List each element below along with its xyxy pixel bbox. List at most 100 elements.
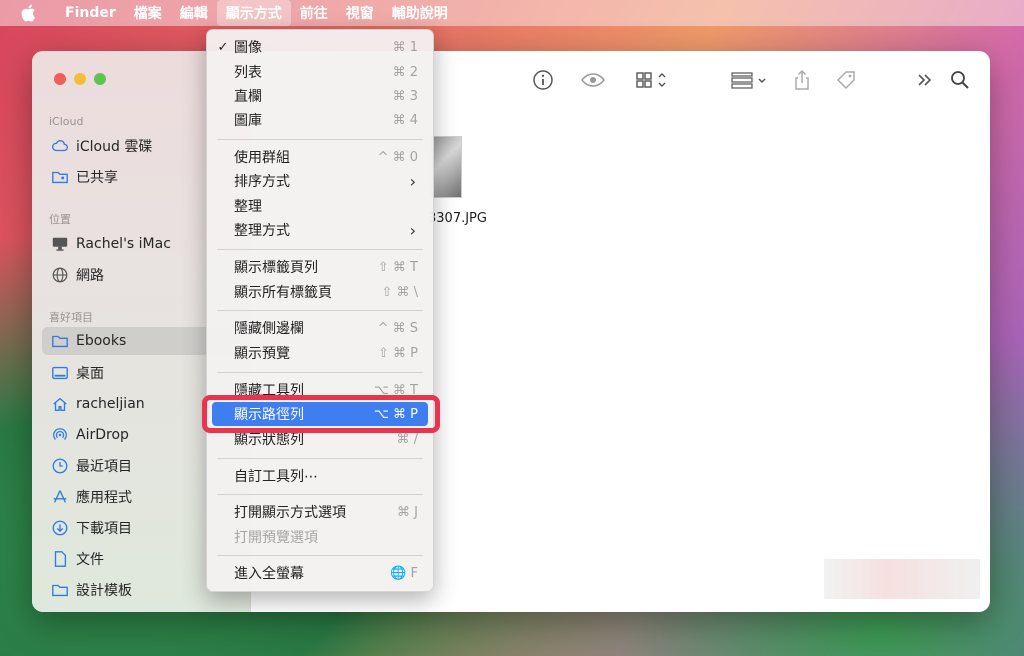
menu-separator — [217, 372, 423, 373]
annotation-highlight-box — [202, 395, 440, 433]
close-button[interactable] — [54, 73, 66, 85]
menu-go[interactable]: 前往 — [291, 0, 337, 26]
file-thumbnail[interactable] — [430, 136, 462, 198]
sidebar-item-label: 文件 — [76, 552, 104, 568]
menu-item-label: 圖庫 — [234, 113, 262, 129]
download-icon — [50, 518, 70, 538]
menu-item-show-all-tabs[interactable]: 顯示所有標籤頁 ⇧ ⌘ \ — [212, 280, 428, 304]
folder-icon — [50, 331, 70, 351]
sidebar-item-label: Ebooks — [76, 333, 127, 349]
menu-item-shortcut: ⌘ 3 — [392, 88, 418, 104]
more-chevrons-icon[interactable] — [912, 67, 938, 93]
menu-item-show-preview[interactable]: 顯示預覽 ⇧ ⌘ P — [212, 341, 428, 365]
sidebar-item-label: racheljian — [76, 396, 145, 412]
sidebar-header-favorites: 喜好項目 — [49, 311, 93, 324]
sidebar-item-label: 下載項目 — [76, 521, 132, 537]
menu-item-shortcut: ⌘ 2 — [392, 64, 418, 80]
menu-separator — [217, 139, 423, 140]
menu-item-enter-full-screen[interactable]: 進入全螢幕 🌐 F — [212, 561, 428, 585]
menu-item-label: 打開預覽選項 — [234, 530, 318, 546]
house-icon — [50, 394, 70, 414]
airdrop-icon — [50, 425, 70, 445]
document-icon — [50, 549, 70, 569]
sidebar-item-label: 桌面 — [76, 366, 104, 382]
sidebar-item-label: AirDrop — [76, 427, 129, 443]
menu-item-show-preview-options[interactable]: 打開預覽選項 — [212, 525, 428, 549]
menu-item-shortcut: ⇧ ⌘ T — [377, 259, 418, 275]
apple-icon — [21, 4, 35, 22]
window-controls — [54, 73, 106, 85]
search-icon[interactable] — [947, 67, 973, 93]
menu-finder[interactable]: Finder — [56, 0, 125, 26]
menu-item-as-icons[interactable]: ✓ 圖像 ⌘ 1 — [212, 35, 428, 59]
menu-item-show-tab-bar[interactable]: 顯示標籤頁列 ⇧ ⌘ T — [212, 255, 428, 279]
menu-item-clean-up[interactable]: 整理 — [212, 194, 428, 218]
sidebar-item-label: 最近項目 — [76, 459, 132, 475]
menu-separator — [217, 458, 423, 459]
view-menu-dropdown: ✓ 圖像 ⌘ 1 列表 ⌘ 2 直欄 ⌘ 3 圖庫 ⌘ 4 使用群組 ^ ⌘ 0… — [206, 29, 434, 592]
menu-separator — [217, 249, 423, 250]
menu-item-shortcut: ⇧ ⌘ P — [378, 345, 418, 361]
checkmark-icon: ✓ — [217, 39, 229, 55]
eye-icon[interactable] — [578, 67, 608, 93]
menu-window[interactable]: 視窗 — [337, 0, 383, 26]
info-icon[interactable] — [530, 67, 556, 93]
menu-item-sort-by[interactable]: 排序方式 › — [212, 169, 428, 193]
globe-icon — [50, 265, 70, 285]
view-mode-grid-icon[interactable] — [632, 67, 672, 93]
tag-icon[interactable] — [833, 67, 859, 93]
sidebar-item-label: 已共享 — [76, 170, 118, 186]
menu-separator — [217, 310, 423, 311]
menu-item-use-groups[interactable]: 使用群組 ^ ⌘ 0 — [212, 145, 428, 169]
menu-item-as-columns[interactable]: 直欄 ⌘ 3 — [212, 84, 428, 108]
menu-item-label: 整理 — [234, 199, 262, 215]
sidebar-item-label: Rachel's iMac — [76, 236, 171, 252]
menu-item-hide-sidebar[interactable]: 隱藏側邊欄 ^ ⌘ S — [212, 316, 428, 340]
menu-view[interactable]: 顯示方式 — [216, 0, 291, 26]
zoom-button[interactable] — [94, 73, 106, 85]
menu-item-label: 顯示標籤頁列 — [234, 260, 318, 276]
menu-item-shortcut: ⌘ J — [397, 504, 418, 520]
menu-item-label: 直欄 — [234, 89, 262, 105]
share-icon[interactable] — [789, 67, 815, 93]
menu-bar: Finder 檔案 編輯 顯示方式 前往 視窗 輔助說明 — [0, 0, 1024, 26]
menu-item-clean-up-by[interactable]: 整理方式 › — [212, 218, 428, 242]
chevron-right-icon: › — [409, 220, 416, 240]
menu-item-shortcut: ⌘ 4 — [392, 112, 418, 128]
menu-item-label: 使用群組 — [234, 150, 290, 166]
sidebar-header-icloud: iCloud — [49, 115, 84, 128]
menu-separator — [217, 494, 423, 495]
menu-item-label: 列表 — [234, 65, 262, 81]
folder-icon — [50, 580, 70, 600]
menu-item-label: 自訂工具列⋯ — [234, 469, 318, 485]
menu-item-as-list[interactable]: 列表 ⌘ 2 — [212, 60, 428, 84]
menu-item-shortcut: ⌘ / — [396, 431, 418, 447]
computer-icon — [50, 234, 70, 254]
menu-item-label: 整理方式 — [234, 223, 290, 239]
file-name[interactable]: 3307.JPG — [428, 211, 487, 226]
menu-item-label: 打開顯示方式選項 — [234, 505, 346, 521]
menu-item-show-view-options[interactable]: 打開顯示方式選項 ⌘ J — [212, 500, 428, 524]
menu-item-as-gallery[interactable]: 圖庫 ⌘ 4 — [212, 108, 428, 132]
apple-menu[interactable] — [0, 4, 56, 22]
menu-item-shortcut: ⇧ ⌘ \ — [381, 284, 418, 300]
cloud-icon — [50, 136, 70, 156]
menu-item-label: 圖像 — [234, 40, 262, 56]
menu-item-shortcut: 🌐 F — [390, 565, 418, 581]
menu-item-label: 排序方式 — [234, 174, 290, 190]
menu-item-shortcut: ⌘ 1 — [392, 39, 418, 55]
menu-help[interactable]: 輔助說明 — [383, 0, 457, 26]
menu-file[interactable]: 檔案 — [125, 0, 171, 26]
minimize-button[interactable] — [74, 73, 86, 85]
menu-item-shortcut: ^ ⌘ 0 — [377, 149, 418, 165]
menu-item-shortcut: ^ ⌘ S — [377, 320, 418, 336]
menu-item-label: 進入全螢幕 — [234, 566, 304, 582]
clock-icon — [50, 456, 70, 476]
menu-separator — [217, 555, 423, 556]
menu-item-label: 隱藏側邊欄 — [234, 321, 304, 337]
menu-item-customize-toolbar[interactable]: 自訂工具列⋯ — [212, 464, 428, 488]
sidebar-header-locations: 位置 — [49, 213, 71, 226]
menu-item-label: 顯示所有標籤頁 — [234, 285, 332, 301]
menu-edit[interactable]: 編輯 — [171, 0, 217, 26]
group-by-icon[interactable] — [728, 67, 770, 93]
